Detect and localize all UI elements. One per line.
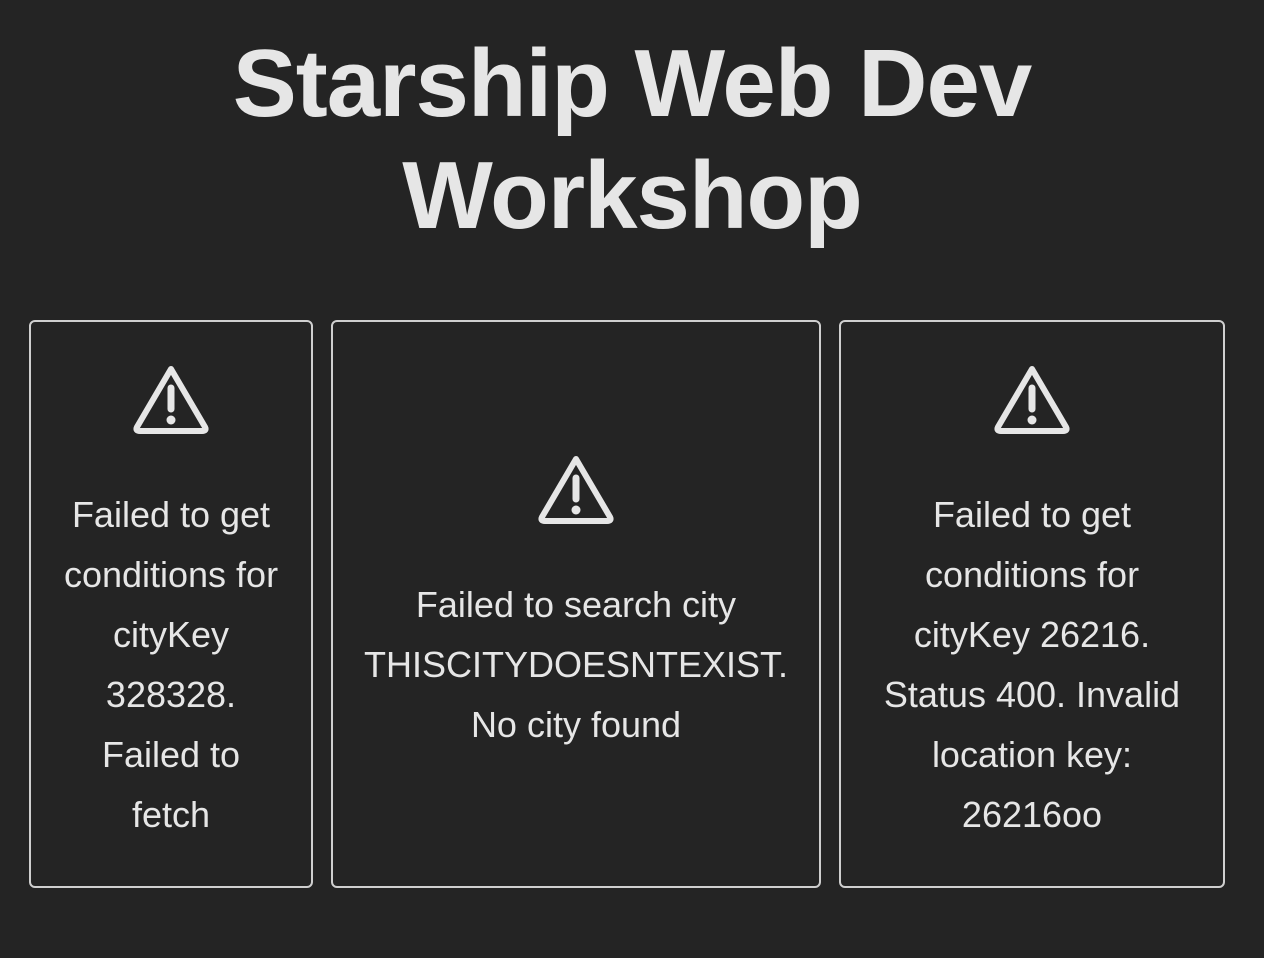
error-card: Failed to search city THISCITYDOESNTEXIS…	[331, 320, 821, 888]
warning-icon	[994, 366, 1070, 434]
warning-icon	[133, 366, 209, 434]
error-card: Failed to get conditions for cityKey 262…	[839, 320, 1225, 888]
error-card: Failed to get conditions for cityKey 328…	[29, 320, 313, 888]
error-message: Failed to get conditions for cityKey 328…	[63, 494, 279, 835]
error-message: Failed to search city THISCITYDOESNTEXIS…	[363, 584, 789, 745]
warning-icon	[538, 456, 614, 524]
page-title: Starship Web Dev Workshop	[232, 30, 1032, 249]
error-message: Failed to get conditions for cityKey 262…	[883, 494, 1181, 835]
page: Starship Web Dev Workshop Failed to get …	[0, 0, 1264, 958]
